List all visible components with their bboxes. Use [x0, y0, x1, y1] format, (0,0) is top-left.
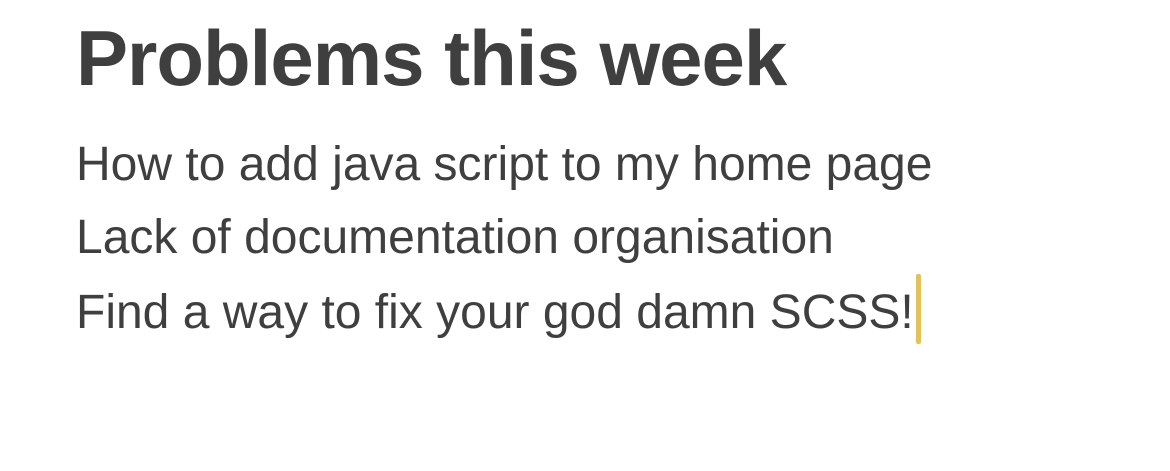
note-editor[interactable]: Problems this week How to add java scrip… [76, 14, 1150, 471]
note-line-text: Find a way to fix your god damn SCSS! [76, 286, 914, 339]
note-body[interactable]: How to add java script to my home page L… [76, 128, 1150, 347]
text-cursor [915, 274, 921, 344]
note-line-2[interactable]: Lack of documentation organisation [76, 201, 1150, 274]
note-title[interactable]: Problems this week [76, 14, 1150, 102]
note-line-text: Lack of documentation organisation [76, 211, 834, 264]
note-line-1[interactable]: How to add java script to my home page [76, 128, 1150, 201]
note-line-text: How to add java script to my home page [76, 138, 933, 191]
note-line-3[interactable]: Find a way to fix your god damn SCSS! [76, 274, 1150, 347]
